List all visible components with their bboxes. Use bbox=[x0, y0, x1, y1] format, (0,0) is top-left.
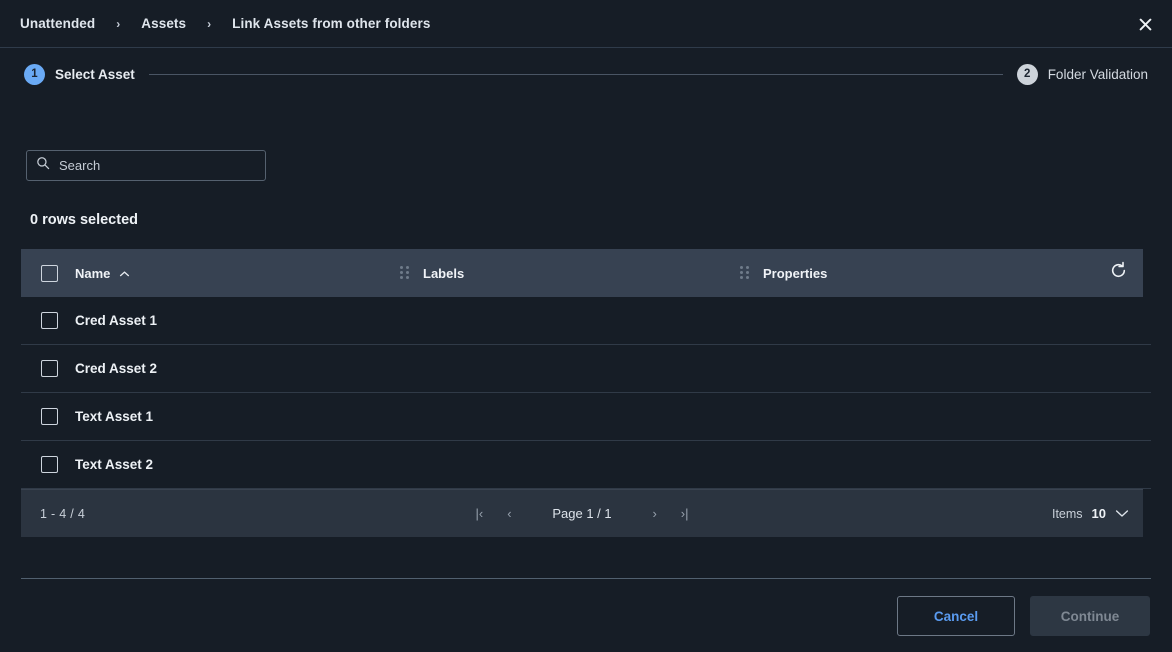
breadcrumb-item-assets[interactable]: Assets bbox=[141, 16, 186, 31]
row-properties-cell bbox=[740, 393, 1080, 440]
step-folder-validation[interactable]: 2 Folder Validation bbox=[1017, 64, 1148, 85]
step-2-badge: 2 bbox=[1017, 64, 1038, 85]
column-header-name-label: Name bbox=[75, 266, 110, 281]
breadcrumb: Unattended › Assets › Link Assets from o… bbox=[20, 16, 430, 31]
column-grip-icon[interactable] bbox=[740, 266, 752, 280]
caret-up-icon bbox=[119, 266, 130, 281]
row-name-cell: Text Asset 1 bbox=[75, 393, 400, 440]
selection-count-label: 0 rows selected bbox=[30, 212, 138, 228]
row-name-cell: Cred Asset 1 bbox=[75, 297, 400, 344]
column-grip-icon[interactable] bbox=[400, 266, 412, 280]
last-page-button[interactable]: ›| bbox=[670, 499, 700, 529]
search-box[interactable] bbox=[26, 150, 266, 181]
refresh-button[interactable] bbox=[1105, 260, 1131, 286]
table-row[interactable]: Cred Asset 2 bbox=[21, 345, 1151, 393]
row-labels-cell bbox=[400, 441, 740, 488]
row-name-cell: Cred Asset 2 bbox=[75, 345, 400, 392]
row-labels-cell bbox=[400, 297, 740, 344]
step-2-label: Folder Validation bbox=[1048, 67, 1148, 82]
footer-divider bbox=[21, 578, 1151, 579]
row-select-cell bbox=[21, 297, 75, 344]
table-footer: 1 - 4 / 4 |‹ ‹ Page 1 / 1 › ›| Items 10 bbox=[21, 489, 1143, 537]
breadcrumb-separator-icon: › bbox=[95, 18, 141, 30]
select-all-cell bbox=[21, 249, 75, 297]
table-header-row: Name Labels Properties bbox=[21, 249, 1143, 297]
search-field[interactable] bbox=[26, 150, 266, 181]
row-properties-cell bbox=[740, 441, 1080, 488]
column-header-properties-label: Properties bbox=[763, 266, 827, 281]
continue-button[interactable]: Continue bbox=[1030, 596, 1150, 636]
first-page-button[interactable]: |‹ bbox=[464, 499, 494, 529]
table-row[interactable]: Text Asset 2 bbox=[21, 441, 1151, 489]
page-indicator-label: Page 1 / 1 bbox=[524, 506, 639, 521]
dialog-actions: Cancel Continue bbox=[897, 596, 1150, 636]
close-icon bbox=[1138, 17, 1153, 32]
refresh-icon bbox=[1109, 261, 1128, 285]
next-page-button[interactable]: › bbox=[640, 499, 670, 529]
link-assets-dialog: Unattended › Assets › Link Assets from o… bbox=[0, 0, 1172, 652]
column-header-name[interactable]: Name bbox=[75, 249, 400, 297]
pagination-controls: |‹ ‹ Page 1 / 1 › ›| bbox=[21, 499, 1143, 529]
previous-page-button[interactable]: ‹ bbox=[494, 499, 524, 529]
breadcrumb-separator-icon: › bbox=[186, 18, 232, 30]
row-name-cell: Text Asset 2 bbox=[75, 441, 400, 488]
close-button[interactable] bbox=[1130, 9, 1160, 39]
chevron-down-icon bbox=[1115, 505, 1129, 523]
row-select-cell bbox=[21, 441, 75, 488]
row-labels-cell bbox=[400, 393, 740, 440]
row-range-label: 1 - 4 / 4 bbox=[40, 507, 85, 521]
select-all-checkbox[interactable] bbox=[41, 265, 58, 282]
row-properties-cell bbox=[740, 297, 1080, 344]
column-header-properties[interactable]: Properties bbox=[740, 249, 1080, 297]
row-select-cell bbox=[21, 345, 75, 392]
stepper-connector bbox=[149, 74, 1003, 75]
assets-table: Name Labels Properties bbox=[21, 249, 1151, 537]
row-labels-cell bbox=[400, 345, 740, 392]
breadcrumb-item-unattended[interactable]: Unattended bbox=[20, 16, 95, 31]
search-icon bbox=[36, 156, 50, 175]
dialog-header: Unattended › Assets › Link Assets from o… bbox=[0, 0, 1172, 48]
search-input[interactable] bbox=[59, 158, 256, 173]
row-checkbox[interactable] bbox=[41, 312, 58, 329]
step-1-badge: 1 bbox=[24, 64, 45, 85]
breadcrumb-item-current: Link Assets from other folders bbox=[232, 16, 430, 31]
row-checkbox[interactable] bbox=[41, 360, 58, 377]
step-1-label: Select Asset bbox=[55, 67, 135, 82]
items-per-page-label: Items bbox=[1052, 507, 1083, 521]
row-checkbox[interactable] bbox=[41, 456, 58, 473]
items-per-page-select[interactable]: Items 10 bbox=[1052, 505, 1129, 523]
row-checkbox[interactable] bbox=[41, 408, 58, 425]
cancel-button[interactable]: Cancel bbox=[897, 596, 1015, 636]
row-properties-cell bbox=[740, 345, 1080, 392]
step-select-asset[interactable]: 1 Select Asset bbox=[24, 64, 135, 85]
column-header-labels[interactable]: Labels bbox=[400, 249, 740, 297]
row-select-cell bbox=[21, 393, 75, 440]
table-row[interactable]: Cred Asset 1 bbox=[21, 297, 1151, 345]
wizard-stepper: 1 Select Asset 2 Folder Validation bbox=[0, 48, 1172, 100]
column-header-labels-label: Labels bbox=[423, 266, 464, 281]
items-per-page-value: 10 bbox=[1092, 506, 1106, 521]
table-row[interactable]: Text Asset 1 bbox=[21, 393, 1151, 441]
